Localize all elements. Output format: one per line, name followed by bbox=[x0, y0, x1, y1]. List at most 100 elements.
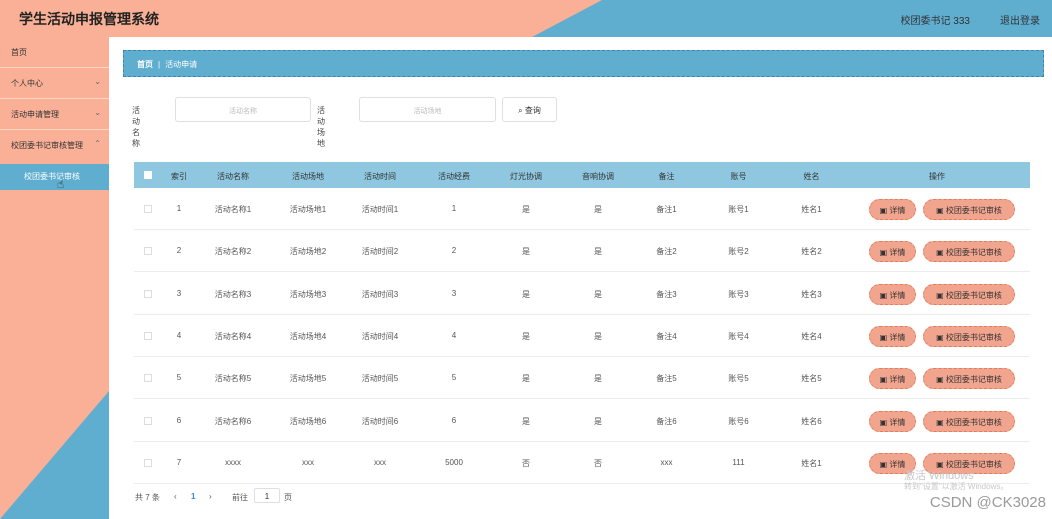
th-activity-place: 活动场地 bbox=[292, 172, 324, 181]
cell-activity-place: xxx bbox=[302, 457, 314, 467]
table-row: 2 活动名称2 活动场地2 活动时间2 2 是是备注2 账号2 姓名2 ▣ 详情 ▣ 校团委书记审… bbox=[134, 230, 1030, 273]
select-all-checkbox[interactable] bbox=[144, 171, 152, 179]
detail-button-label: 详情 bbox=[889, 332, 906, 342]
cell-name: 姓名6 bbox=[801, 416, 822, 426]
pager-next-icon[interactable]: › bbox=[209, 492, 212, 501]
detail-button[interactable]: ▣ 详情 bbox=[869, 241, 916, 263]
th-operation: 操作 bbox=[929, 172, 945, 181]
cell-sound: 是 bbox=[594, 416, 602, 426]
table-row: 5 活动名称5 活动场地5 活动时间5 5 是是备注5 账号5 姓名5 ▣ 详情 ▣ 校团委书记审… bbox=[134, 357, 1030, 400]
sidebar-subitem-audit[interactable]: 校团委书记审核 bbox=[0, 164, 109, 190]
sidebar-item-label: 首页 bbox=[11, 48, 27, 57]
audit-button-label: 校团委书记审核 bbox=[945, 290, 1002, 300]
cell-remark: 备注4 bbox=[656, 331, 677, 341]
breadcrumb-home[interactable]: 首页 bbox=[137, 60, 153, 69]
cell-account: 账号5 bbox=[728, 374, 749, 384]
cell-index: 5 bbox=[176, 373, 182, 383]
cell-activity-time: 活动时间1 bbox=[361, 205, 399, 214]
audit-button-label: 校团委书记审核 bbox=[945, 417, 1002, 427]
edit-icon: ▣ bbox=[936, 290, 944, 300]
cell-activity-name: 活动名称6 bbox=[214, 416, 252, 426]
th-index: 索引 bbox=[171, 172, 187, 181]
edit-icon: ▣ bbox=[936, 375, 944, 385]
cell-sound: 是 bbox=[594, 205, 602, 214]
cell-activity-name: 活动名称2 bbox=[214, 247, 252, 257]
detail-button[interactable]: ▣ 详情 bbox=[869, 283, 916, 305]
sidebar-item-activity-apply[interactable]: 活动申请管理 ⌄ bbox=[0, 99, 109, 130]
cell-sound: 否 bbox=[594, 458, 602, 468]
cell-activity-budget: 6 bbox=[451, 415, 457, 425]
row-checkbox[interactable] bbox=[144, 331, 152, 340]
cell-index: 7 bbox=[176, 457, 182, 467]
cell-lighting: 是 bbox=[522, 289, 530, 299]
cell-activity-budget: 5000 bbox=[445, 457, 463, 467]
th-activity-name: 活动名称 bbox=[217, 172, 249, 181]
cell-activity-budget: 4 bbox=[451, 330, 457, 340]
detail-icon: ▣ bbox=[879, 459, 888, 469]
th-remark: 备注 bbox=[658, 172, 675, 181]
pager-total: 共 7 条 bbox=[135, 493, 160, 502]
detail-button[interactable]: ▣ 详情 bbox=[869, 410, 916, 432]
pager-goto-unit: 页 bbox=[284, 493, 292, 502]
cell-name: 姓名1 bbox=[801, 205, 822, 214]
cell-activity-place: 活动场地5 bbox=[289, 374, 327, 384]
cell-name: 姓名1 bbox=[801, 458, 822, 468]
cell-account: 账号1 bbox=[728, 205, 749, 214]
row-checkbox[interactable] bbox=[144, 458, 152, 467]
cell-activity-budget: 3 bbox=[451, 288, 457, 298]
th-activity-time: 活动时间 bbox=[364, 172, 396, 181]
cell-activity-name: 活动名称3 bbox=[214, 289, 252, 299]
logout-link[interactable]: 退出登录 bbox=[1000, 12, 1040, 27]
sidebar-item-home[interactable]: 首页 bbox=[0, 37, 109, 68]
cell-lighting: 是 bbox=[522, 205, 530, 214]
cell-index: 6 bbox=[176, 415, 182, 425]
detail-button[interactable]: ▣ 详情 bbox=[869, 368, 916, 390]
detail-button[interactable]: ▣ 详情 bbox=[869, 199, 916, 220]
sidebar-item-audit-manage[interactable]: 校团委书记审核管理 ⌃ bbox=[0, 130, 109, 161]
cell-activity-budget: 5 bbox=[451, 373, 457, 383]
main-content: 首页 | 活动申请 活动名称 活动名称 活动场地 活动场地 ⌕ 查询 索引 活动名称… bbox=[109, 37, 1052, 519]
activity-place-label: 活动场地 bbox=[317, 106, 325, 148]
cell-index: 2 bbox=[176, 246, 182, 256]
search-button[interactable]: ⌕ 查询 bbox=[502, 97, 557, 122]
pager-current-page[interactable]: 1 bbox=[191, 492, 195, 501]
th-lighting: 灯光协调 bbox=[510, 172, 542, 181]
audit-button[interactable]: ▣ 校团委书记审核 bbox=[923, 241, 1015, 263]
row-checkbox[interactable] bbox=[144, 374, 152, 383]
row-checkbox[interactable] bbox=[144, 247, 152, 256]
activity-name-label: 活动名称 bbox=[132, 106, 140, 148]
cell-activity-time: 活动时间5 bbox=[361, 374, 399, 384]
audit-button[interactable]: ▣ 校团委书记审核 bbox=[923, 283, 1015, 305]
cell-activity-time: xxx bbox=[374, 457, 386, 467]
audit-button[interactable]: ▣ 校团委书记审核 bbox=[923, 368, 1015, 390]
sidebar-item-profile[interactable]: 个人中心 ⌄ bbox=[0, 68, 109, 99]
pager-prev-icon[interactable]: ‹ bbox=[174, 492, 177, 501]
pager-goto-input[interactable]: 1 bbox=[254, 488, 280, 503]
sidebar-subitem-label: 校团委书记审核 bbox=[24, 172, 80, 181]
sidebar: 首页 个人中心 ⌄ 活动申请管理 ⌄ 校团委书记审核管理 ⌃ 校团委书记审核 ☝ bbox=[0, 37, 109, 519]
table-row: 3 活动名称3 活动场地3 活动时间3 3 是是备注3 账号3 姓名3 ▣ 详情 ▣ 校团委书记审… bbox=[134, 272, 1030, 315]
app-title: 学生活动申报管理系统 bbox=[19, 11, 159, 27]
header-blue-stripe bbox=[532, 0, 1052, 37]
cell-activity-budget: 1 bbox=[451, 204, 457, 213]
edit-icon: ▣ bbox=[936, 417, 944, 427]
row-checkbox[interactable] bbox=[144, 416, 152, 425]
th-activity-budget: 活动经费 bbox=[438, 172, 470, 181]
detail-icon: ▣ bbox=[879, 375, 888, 385]
detail-icon: ▣ bbox=[879, 417, 888, 427]
cell-account: 111 bbox=[732, 457, 745, 467]
activity-place-input[interactable]: 活动场地 bbox=[359, 97, 496, 122]
cell-activity-place: 活动场地1 bbox=[289, 205, 327, 214]
audit-button[interactable]: ▣ 校团委书记审核 bbox=[923, 410, 1015, 432]
row-checkbox[interactable] bbox=[144, 289, 152, 298]
audit-button[interactable]: ▣ 校团委书记审核 bbox=[923, 325, 1015, 347]
cell-activity-budget: 2 bbox=[451, 246, 457, 256]
row-checkbox[interactable] bbox=[144, 205, 152, 213]
audit-button[interactable]: ▣ 校团委书记审核 bbox=[923, 199, 1015, 220]
search-icon: ⌕ bbox=[518, 106, 523, 115]
cell-lighting: 否 bbox=[522, 458, 530, 468]
audit-button-label: 校团委书记审核 bbox=[945, 375, 1002, 385]
detail-button[interactable]: ▣ 详情 bbox=[869, 325, 916, 347]
cell-name: 姓名3 bbox=[801, 289, 822, 299]
activity-name-input[interactable]: 活动名称 bbox=[175, 97, 311, 122]
